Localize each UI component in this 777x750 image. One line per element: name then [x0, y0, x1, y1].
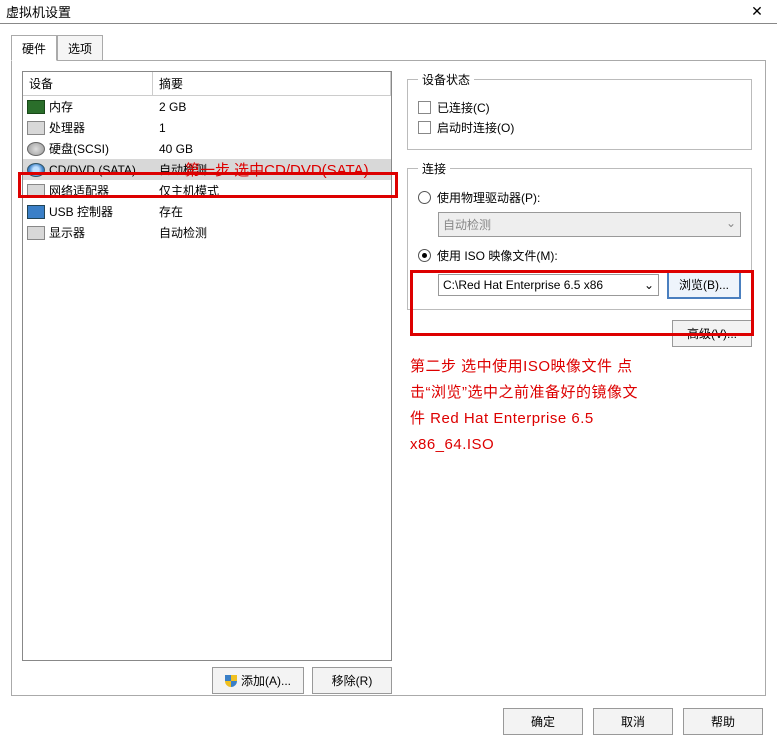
device-name: CD/DVD (SATA)	[49, 163, 159, 177]
col-summary[interactable]: 摘要	[153, 72, 391, 95]
device-row-0[interactable]: 内存2 GB	[23, 96, 391, 117]
checkbox-icon	[418, 101, 431, 114]
device-status-legend: 设备状态	[418, 71, 474, 88]
device-icon	[27, 226, 45, 240]
device-icon	[27, 205, 45, 219]
device-row-5[interactable]: USB 控制器存在	[23, 201, 391, 222]
checkbox-icon	[418, 121, 431, 134]
annotation-step2: 第二步 选中使用ISO映像文件 点击“浏览”选中之前准备好的镜像文件 Red H…	[410, 354, 650, 458]
chevron-down-icon: ⌄	[726, 216, 736, 233]
device-name: 处理器	[49, 119, 159, 136]
tab-strip: 硬件 选项	[11, 34, 766, 60]
device-icon	[27, 163, 45, 177]
device-summary: 自动检测	[159, 224, 387, 241]
device-summary: 存在	[159, 203, 387, 220]
radio-icon	[418, 249, 431, 262]
device-name: 硬盘(SCSI)	[49, 140, 159, 157]
device-row-4[interactable]: 网络适配器仅主机模式	[23, 180, 391, 201]
use-physical-radio[interactable]: 使用物理驱动器(P):	[418, 189, 741, 206]
col-device[interactable]: 设备	[23, 72, 153, 95]
device-summary: 40 GB	[159, 142, 387, 156]
device-name: 显示器	[49, 224, 159, 241]
device-icon	[27, 184, 45, 198]
device-row-2[interactable]: 硬盘(SCSI)40 GB	[23, 138, 391, 159]
window-title: 虚拟机设置	[6, 2, 743, 21]
device-summary: 1	[159, 121, 387, 135]
device-name: USB 控制器	[49, 203, 159, 220]
remove-button[interactable]: 移除(R)	[312, 667, 392, 694]
device-summary: 2 GB	[159, 100, 387, 114]
iso-path-input[interactable]: C:\Red Hat Enterprise 6.5 x86 ⌄	[438, 274, 659, 296]
device-name: 网络适配器	[49, 182, 159, 199]
add-button[interactable]: 添加(A)...	[212, 667, 304, 694]
use-iso-radio[interactable]: 使用 ISO 映像文件(M):	[418, 247, 741, 264]
close-icon[interactable]: ✕	[743, 3, 771, 20]
dialog-footer: 确定 取消 帮助	[0, 696, 777, 746]
device-icon	[27, 142, 45, 156]
annotation-step1: 第一步 选中CD/DVD(SATA)	[185, 159, 369, 180]
help-button[interactable]: 帮助	[683, 708, 763, 735]
browse-button[interactable]: 浏览(B)...	[667, 270, 741, 299]
device-row-1[interactable]: 处理器1	[23, 117, 391, 138]
title-bar: 虚拟机设置 ✕	[0, 0, 777, 24]
tab-options[interactable]: 选项	[57, 35, 103, 61]
connection-legend: 连接	[418, 160, 450, 177]
device-icon	[27, 100, 45, 114]
connected-checkbox[interactable]: 已连接(C)	[418, 99, 741, 116]
physical-drive-select: 自动检测 ⌄	[438, 212, 741, 237]
device-status-group: 设备状态 已连接(C) 启动时连接(O)	[407, 71, 752, 150]
device-row-6[interactable]: 显示器自动检测	[23, 222, 391, 243]
cancel-button[interactable]: 取消	[593, 708, 673, 735]
shield-icon	[225, 675, 237, 687]
device-icon	[27, 121, 45, 135]
connect-at-poweron-checkbox[interactable]: 启动时连接(O)	[418, 119, 741, 136]
connection-group: 连接 使用物理驱动器(P): 自动检测 ⌄ 使用 ISO 映像文件(M):	[407, 160, 752, 310]
tab-hardware[interactable]: 硬件	[11, 35, 57, 61]
device-summary: 仅主机模式	[159, 182, 387, 199]
chevron-down-icon: ⌄	[644, 278, 654, 292]
device-name: 内存	[49, 98, 159, 115]
advanced-button[interactable]: 高级(V)...	[672, 320, 752, 347]
radio-icon	[418, 191, 431, 204]
ok-button[interactable]: 确定	[503, 708, 583, 735]
list-header: 设备 摘要	[23, 72, 391, 96]
